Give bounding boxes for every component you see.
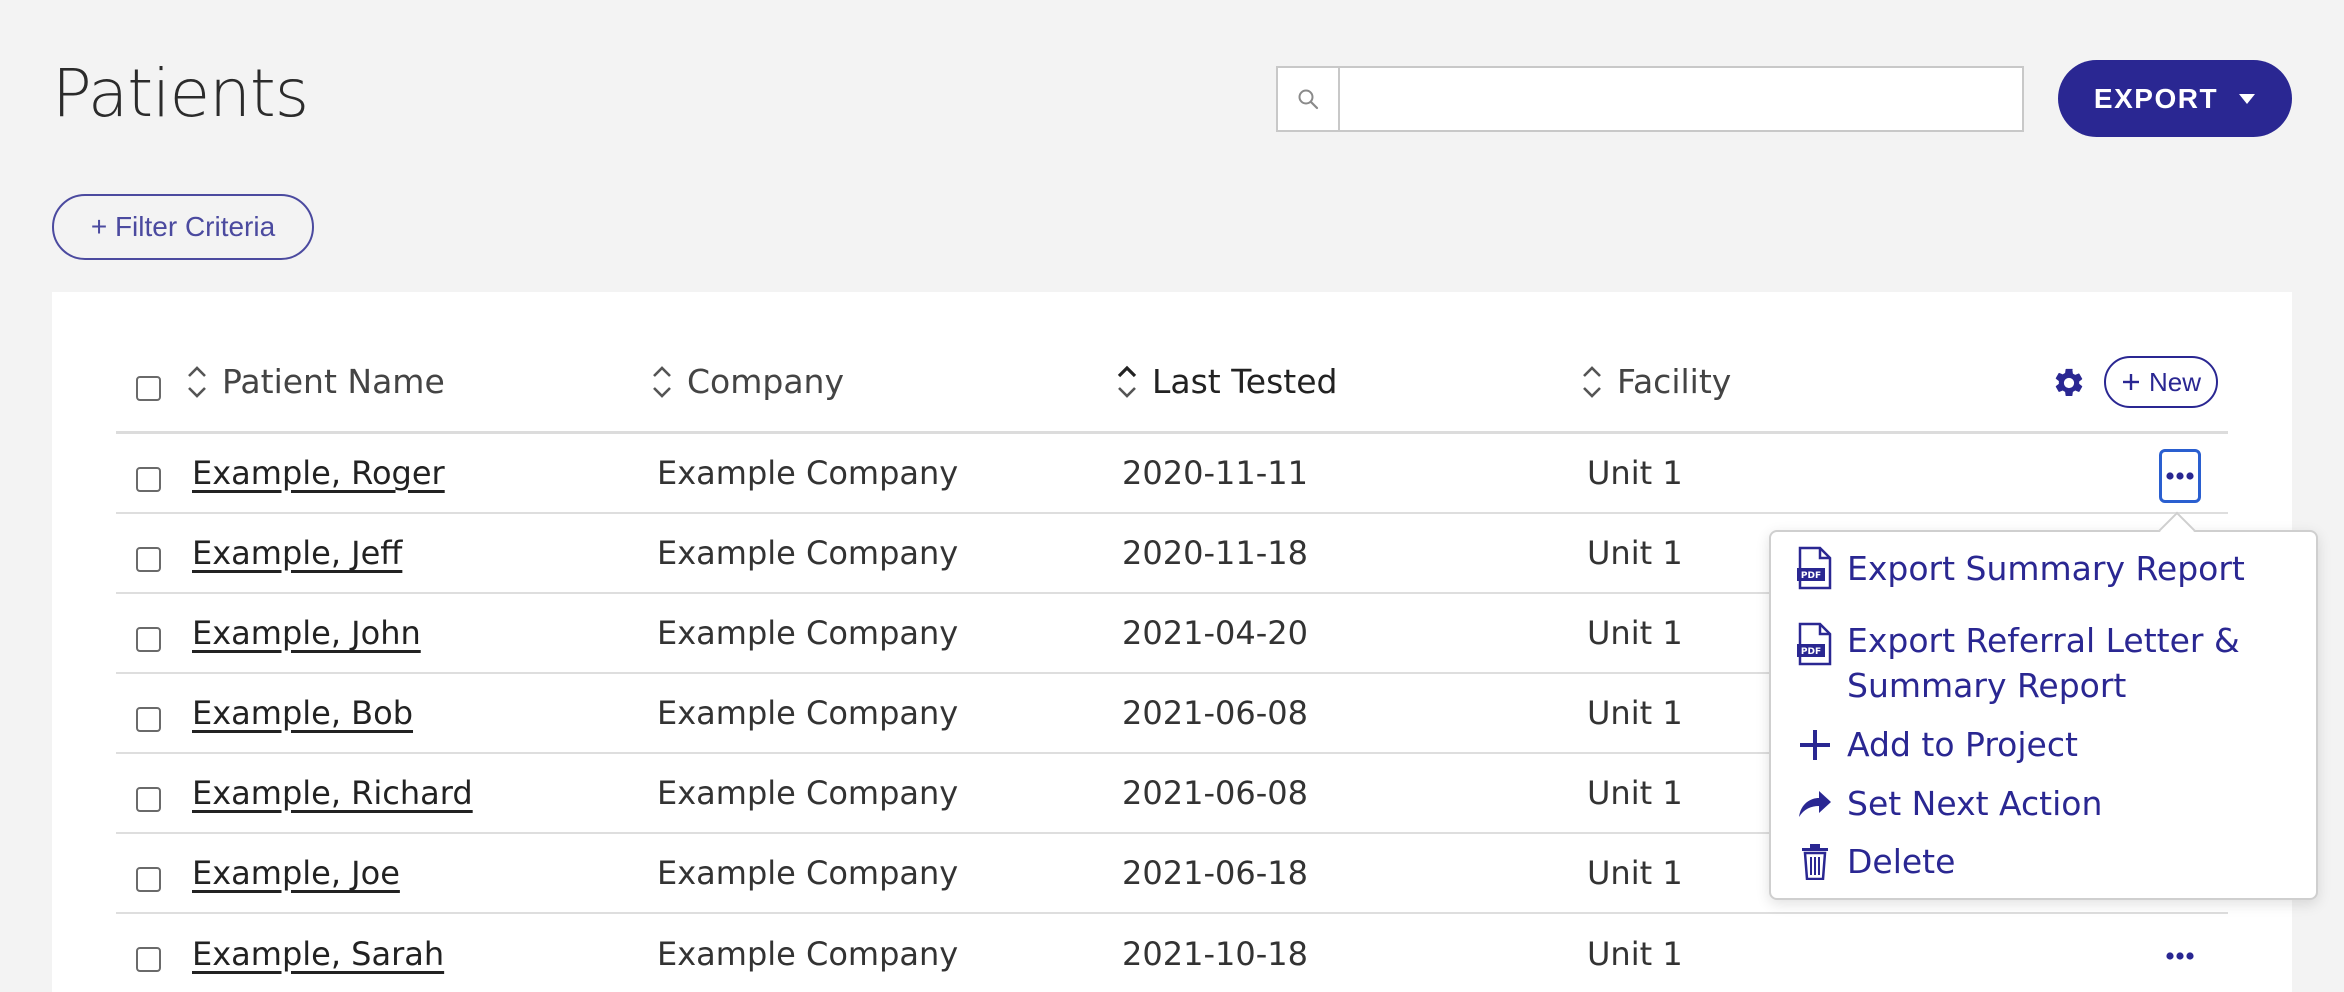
more-dots-icon (2166, 472, 2194, 480)
search-input[interactable] (1340, 68, 2022, 130)
facility-cell: Unit 1 (1587, 854, 1683, 892)
last-tested-cell: 2020-11-18 (1122, 534, 1308, 572)
export-button-label: EXPORT (2093, 82, 2219, 114)
sort-icon (186, 364, 208, 400)
row-checkbox[interactable] (136, 627, 161, 652)
filter-criteria-button[interactable]: + Filter Criteria (52, 194, 314, 260)
facility-cell: Unit 1 (1587, 774, 1683, 812)
menu-item-delete[interactable]: Delete (1795, 839, 1955, 884)
svg-text:PDF: PDF (1801, 647, 1821, 657)
company-cell: Example Company (657, 935, 959, 973)
new-button-label: New (2148, 366, 2201, 397)
column-facility[interactable]: Facility (1581, 362, 1731, 401)
company-cell: Example Company (657, 694, 959, 732)
row-checkbox[interactable] (136, 707, 161, 732)
row-checkbox[interactable] (136, 947, 161, 972)
trash-icon (1795, 839, 1835, 884)
column-label: Last Tested (1152, 362, 1338, 401)
more-dots-icon (2166, 952, 2194, 960)
last-tested-cell: 2021-06-08 (1122, 774, 1308, 812)
facility-cell: Unit 1 (1587, 935, 1683, 973)
patient-name-link[interactable]: Example, Joe (192, 854, 400, 892)
company-cell: Example Company (657, 854, 959, 892)
sort-icon (1581, 364, 1603, 400)
row-checkbox[interactable] (136, 867, 161, 892)
page-title: Patients (52, 55, 309, 132)
menu-item-label: Export Referral Letter & Summary Report (1847, 618, 2240, 708)
pdf-icon: PDF (1795, 622, 1835, 666)
company-cell: Example Company (657, 614, 959, 652)
menu-item-set-next-action[interactable]: Set Next Action (1795, 781, 2102, 826)
svg-text:PDF: PDF (1801, 571, 1821, 581)
company-cell: Example Company (657, 534, 959, 572)
menu-item-label: Export Summary Report (1847, 549, 2245, 588)
select-all-checkbox[interactable] (136, 376, 161, 401)
gear-icon[interactable] (2052, 366, 2086, 404)
patient-name-link[interactable]: Example, Bob (192, 694, 413, 732)
column-label: Company (687, 362, 844, 401)
pdf-icon: PDF (1795, 546, 1835, 590)
column-company[interactable]: Company (651, 362, 844, 401)
row-checkbox[interactable] (136, 467, 161, 492)
table-row[interactable]: Example, Sarah Example Company 2021-10-1… (116, 914, 2228, 992)
row-checkbox[interactable] (136, 547, 161, 572)
menu-item-label-line-1: Export Referral Letter & (1847, 621, 2240, 660)
row-actions-button[interactable] (2159, 929, 2201, 983)
column-patient-name[interactable]: Patient Name (186, 362, 445, 401)
row-actions-menu: PDF Export Summary Report PDF Export Ref… (1769, 530, 2318, 900)
menu-item-label: Delete (1847, 842, 1956, 881)
sort-icon (651, 364, 673, 400)
row-actions-button[interactable] (2159, 449, 2201, 503)
last-tested-cell: 2020-11-11 (1122, 454, 1308, 492)
menu-item-export-referral-letter[interactable]: PDF Export Referral Letter & Summary Rep… (1795, 618, 2240, 708)
plus-icon (2122, 374, 2139, 390)
patient-name-link[interactable]: Example, John (192, 614, 421, 652)
facility-cell: Unit 1 (1587, 534, 1683, 572)
search-box[interactable] (1276, 66, 2024, 132)
facility-cell: Unit 1 (1587, 694, 1683, 732)
patient-name-link[interactable]: Example, Sarah (192, 935, 444, 973)
column-last-tested[interactable]: Last Tested (1116, 362, 1337, 401)
company-cell: Example Company (657, 454, 959, 492)
last-tested-cell: 2021-06-18 (1122, 854, 1308, 892)
caret-down-icon (2239, 93, 2256, 104)
new-button[interactable]: New (2104, 356, 2218, 408)
plus-icon (1795, 722, 1835, 767)
table-row[interactable]: Example, Roger Example Company 2020-11-1… (116, 434, 2228, 514)
export-button[interactable]: EXPORT (2058, 60, 2292, 137)
menu-item-add-to-project[interactable]: Add to Project (1795, 722, 2078, 767)
menu-item-label: Add to Project (1847, 725, 2078, 764)
facility-cell: Unit 1 (1587, 454, 1683, 492)
column-label: Facility (1617, 362, 1732, 401)
row-checkbox[interactable] (136, 787, 161, 812)
sort-ascending-icon (1116, 364, 1138, 400)
menu-item-label: Set Next Action (1847, 784, 2103, 823)
facility-cell: Unit 1 (1587, 614, 1683, 652)
last-tested-cell: 2021-06-08 (1122, 694, 1308, 732)
patient-name-link[interactable]: Example, Richard (192, 774, 473, 812)
column-label: Patient Name (222, 362, 445, 401)
patient-name-link[interactable]: Example, Jeff (192, 534, 402, 572)
menu-item-label-line-2: Summary Report (1847, 666, 2127, 705)
search-icon[interactable] (1278, 68, 1340, 130)
last-tested-cell: 2021-10-18 (1122, 935, 1308, 973)
patient-name-link[interactable]: Example, Roger (192, 454, 445, 492)
table-header: Patient Name Company Last Tested Facilit… (116, 340, 2228, 434)
forward-arrow-icon (1795, 781, 1835, 826)
company-cell: Example Company (657, 774, 959, 812)
last-tested-cell: 2021-04-20 (1122, 614, 1308, 652)
menu-item-export-summary-report[interactable]: PDF Export Summary Report (1795, 546, 2245, 591)
